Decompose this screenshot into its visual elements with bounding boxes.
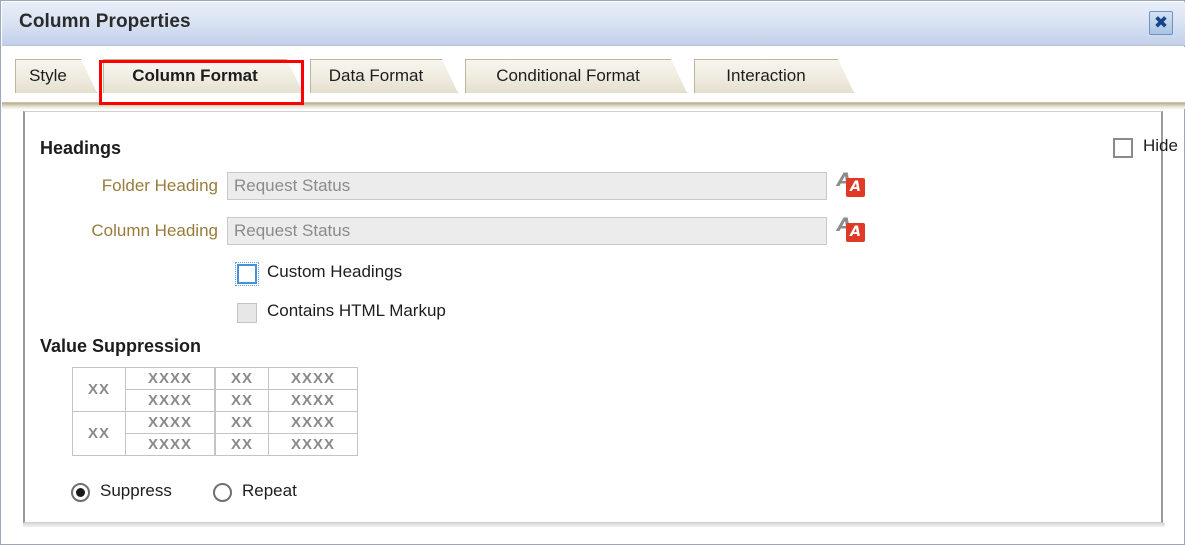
tab-label: Conditional Format [496,66,640,85]
variable-a-icon[interactable]: A A [837,170,867,199]
tab-style[interactable]: Style [15,59,97,93]
repeat-right-cell: XXXX [268,411,358,434]
tab-conditional-format[interactable]: Conditional Format [465,59,687,93]
repeat-radio-label: Repeat [242,481,297,500]
tab-label: Style [29,66,67,85]
radio-dot [76,488,85,497]
dialog-titlebar: Column Properties ✖ [2,2,1185,46]
tab-strip: Style Column Format Data Format Conditio… [2,47,1185,103]
column-format-panel: Headings Hide Folder Heading Request Sta… [23,111,1178,523]
folder-heading-input[interactable]: Request Status [227,172,827,200]
table-row: XX XXXX [72,367,215,412]
repeat-right-cell: XXXX [268,367,358,390]
repeat-left-cell: XX [215,367,269,390]
variable-a-red-box: A [846,178,865,197]
suppress-radio[interactable] [71,483,90,502]
repeat-right-cell: XXXX [268,389,358,412]
custom-headings-label: Custom Headings [267,262,403,281]
column-heading-label: Column Heading [91,221,218,240]
suppress-preview-table: XX XXXX XXXX XX XXXX XXXX [72,367,215,456]
repeat-right-cell: XXXX [268,433,358,456]
contains-html-markup-checkbox [237,303,257,323]
repeat-left-cell: XX [215,433,269,456]
tab-data-format[interactable]: Data Format [310,59,458,93]
suppress-right-cell: XXXX [125,411,215,434]
tab-label: Data Format [328,66,424,85]
column-properties-dialog: Column Properties ✖ Style Column Format … [0,0,1185,545]
repeat-radio[interactable] [213,483,232,502]
tab-separator [2,101,1185,109]
suppress-right-cell: XXXX [125,389,215,412]
suppress-right-cell: XXXX [125,433,215,456]
panel-bottom-shadow [23,523,1165,527]
table-row: XX XXXX [215,367,358,390]
close-x-icon: ✖ [1153,13,1169,33]
contains-html-markup-label: Contains HTML Markup [267,301,446,320]
suppress-right-cell: XXXX [125,367,215,390]
tab-column-format[interactable]: Column Format [103,59,303,93]
suppress-left-cell: XX [72,367,126,412]
folder-heading-label: Folder Heading [101,176,218,195]
repeat-left-cell: XX [215,411,269,434]
repeat-preview-table: XX XXXX XX XXXX XX XXXX XX XXXX [215,367,358,456]
repeat-left-cell: XX [215,389,269,412]
table-row: XX XXXX [215,433,358,456]
tab-label: Column Format [132,66,258,85]
tab-interaction[interactable]: Interaction [694,59,854,93]
hide-checkbox[interactable] [1113,138,1133,158]
headings-section-title: Headings [40,138,122,158]
table-row: XX XXXX [215,411,358,434]
value-suppression-section-title: Value Suppression [40,336,202,356]
dialog-title: Column Properties [19,11,191,32]
hide-label: Hide [1143,136,1178,155]
suppress-left-cell: XX [72,411,126,456]
column-heading-input[interactable]: Request Status [227,217,827,245]
variable-a-icon[interactable]: A A [837,215,867,244]
suppress-radio-label: Suppress [100,481,172,500]
close-button[interactable]: ✖ [1149,11,1173,35]
custom-headings-checkbox[interactable] [235,262,259,286]
variable-a-red-box: A [846,223,865,242]
table-row: XX XXXX [215,389,358,412]
tab-label: Interaction [726,66,806,85]
table-row: XX XXXX [72,411,215,456]
